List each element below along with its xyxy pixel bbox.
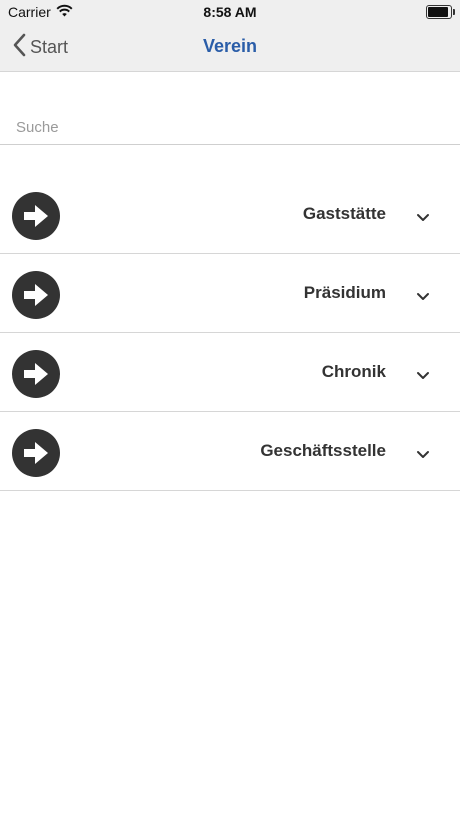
list-item-praesidium[interactable]: Präsidium (0, 255, 460, 333)
page-title: Verein (202, 36, 258, 56)
list-item-label: Geschäftsstelle (260, 441, 386, 460)
list-item-geschaeftsstelle[interactable]: Geschäftsstelle (0, 413, 460, 491)
battery-icon (426, 5, 455, 19)
search-bar (0, 104, 460, 145)
arrow-right-circle-icon[interactable] (12, 271, 60, 319)
navigation-bar: Start Verein (0, 24, 460, 72)
status-time: 8:58 AM (203, 4, 257, 20)
arrow-right-circle-icon[interactable] (12, 429, 60, 477)
status-bar: Carrier 8:58 AM (0, 0, 460, 24)
chevron-down-icon[interactable] (416, 446, 430, 464)
list-item-label: Präsidium (303, 283, 386, 302)
arrow-right-circle-icon[interactable] (12, 192, 60, 240)
chevron-down-icon[interactable] (416, 288, 430, 306)
list-item-label: Gaststätte (302, 204, 386, 223)
list-item-chronik[interactable]: Chronik (0, 334, 460, 412)
list-item-label: Chronik (321, 362, 386, 381)
chevron-down-icon[interactable] (416, 367, 430, 385)
arrow-right-circle-icon[interactable] (12, 350, 60, 398)
list-item-gaststaette[interactable]: Gaststätte (0, 176, 460, 254)
chevron-down-icon[interactable] (416, 209, 430, 227)
search-input[interactable] (14, 114, 448, 140)
menu-list: Gaststätte Präsidium Chronik Geschäftsst… (0, 176, 460, 492)
